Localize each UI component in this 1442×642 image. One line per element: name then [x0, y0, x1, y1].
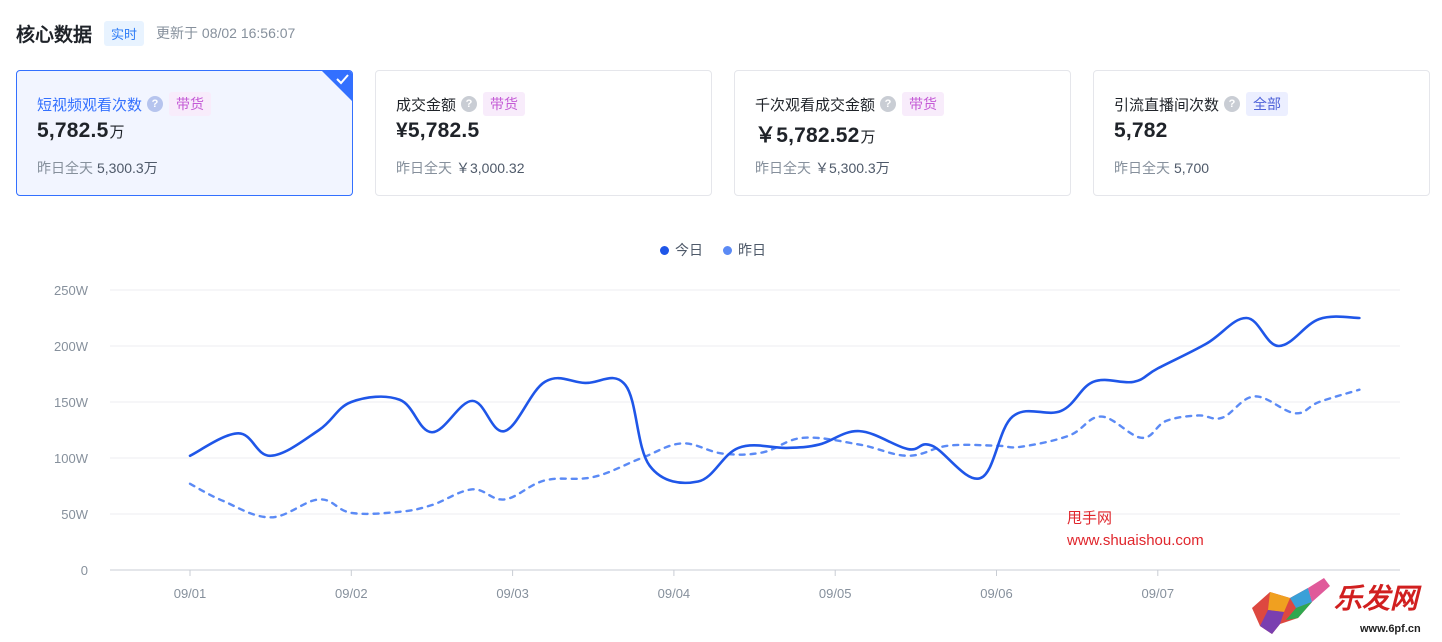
check-icon [322, 71, 352, 101]
y-tick-label: 150W [54, 395, 89, 410]
svg-text:www.6pf.cn: www.6pf.cn [1359, 623, 1421, 635]
metric-value: ¥5,782.5 [396, 119, 480, 142]
metric-compare: 昨日全天 ￥3,000.32 [396, 160, 525, 176]
x-tick-label: 09/04 [658, 586, 691, 601]
metric-card-gmv[interactable]: 成交金额 ? 带货 ¥5,782.5 昨日全天 ￥3,000.32 [375, 70, 712, 196]
y-tick-label: 50W [61, 507, 88, 522]
update-timestamp: 更新于 08/02 16:56:07 [156, 25, 296, 41]
x-tick-label: 09/01 [174, 586, 207, 601]
metric-tag: 全部 [1246, 92, 1289, 116]
question-circle-icon[interactable]: ? [461, 96, 478, 112]
legend-item-yesterday[interactable]: 昨日 [723, 240, 766, 260]
question-circle-icon[interactable]: ? [880, 96, 897, 112]
x-tick-label: 09/07 [1142, 586, 1175, 601]
watermark: 甩手网 www.shuaishou.com [1067, 508, 1204, 552]
y-tick-label: 200W [54, 339, 89, 354]
metric-cards: 短视频观看次数 ? 带货 5,782.5万 昨日全天 5,300.3万 成交金额 … [16, 70, 1431, 197]
y-tick-label: 250W [54, 283, 89, 298]
chart-legend: 今日 昨日 [660, 240, 786, 260]
section-header: 核心数据 实时 更新于 08/02 16:56:07 [16, 20, 295, 46]
y-tick-label: 100W [54, 451, 89, 466]
realtime-badge: 实时 [104, 20, 145, 46]
trend-line-chart: 0 50W 100W 150W 200W 250W 09/01 09/02 09/03 09/04… [54, 283, 1400, 601]
metric-card-video-views[interactable]: 短视频观看次数 ? 带货 5,782.5万 昨日全天 5,300.3万 [16, 70, 353, 196]
metric-compare: 昨日全天 ￥5,300.3万 [755, 160, 890, 176]
legend-dot-today [660, 245, 669, 255]
metric-label: 短视频观看次数 [37, 96, 143, 114]
legend-dot-yesterday [723, 245, 732, 255]
metric-label: 成交金额 [396, 96, 457, 114]
watermark-line1: 甩手网 [1067, 510, 1113, 527]
x-tick-label: 09/03 [496, 586, 529, 601]
svg-text:乐发网: 乐发网 [1334, 583, 1422, 615]
series-line-yesterday [188, 388, 1361, 519]
metric-compare: 昨日全天 5,300.3万 [37, 160, 158, 176]
metric-label: 引流直播间次数 [1114, 96, 1220, 114]
page-title: 核心数据 [16, 24, 93, 46]
question-circle-icon[interactable]: ? [147, 96, 164, 112]
metric-compare: 昨日全天 5,700 [1114, 160, 1210, 176]
metric-tag: 带货 [483, 92, 526, 116]
metric-tag: 带货 [902, 92, 945, 116]
legend-label-yesterday: 昨日 [738, 242, 766, 258]
metric-card-gpm[interactable]: 千次观看成交金额 ? 带货 ￥5,782.52万 昨日全天 ￥5,300.3万 [734, 70, 1071, 196]
metric-card-live-referrals[interactable]: 引流直播间次数 ? 全部 5,782 昨日全天 5,700 [1093, 70, 1430, 196]
question-circle-icon[interactable]: ? [1224, 96, 1241, 112]
metric-value: ￥5,782.52万 [755, 124, 876, 147]
metric-label: 千次观看成交金额 [755, 96, 876, 114]
y-tick-label: 0 [81, 563, 88, 578]
x-tick-label: 09/02 [335, 586, 368, 601]
watermark-line2: www.shuaishou.com [1067, 532, 1204, 549]
x-tick-label: 09/05 [819, 586, 852, 601]
site-logo: 乐发网 www.6pf.cn [1252, 578, 1422, 635]
metric-value: 5,782.5万 [37, 119, 125, 142]
metric-value: 5,782 [1114, 119, 1168, 142]
x-tick-label: 09/06 [980, 586, 1013, 601]
legend-item-today[interactable]: 今日 [660, 240, 703, 260]
legend-label-today: 今日 [675, 242, 703, 258]
metric-tag: 带货 [169, 92, 212, 116]
